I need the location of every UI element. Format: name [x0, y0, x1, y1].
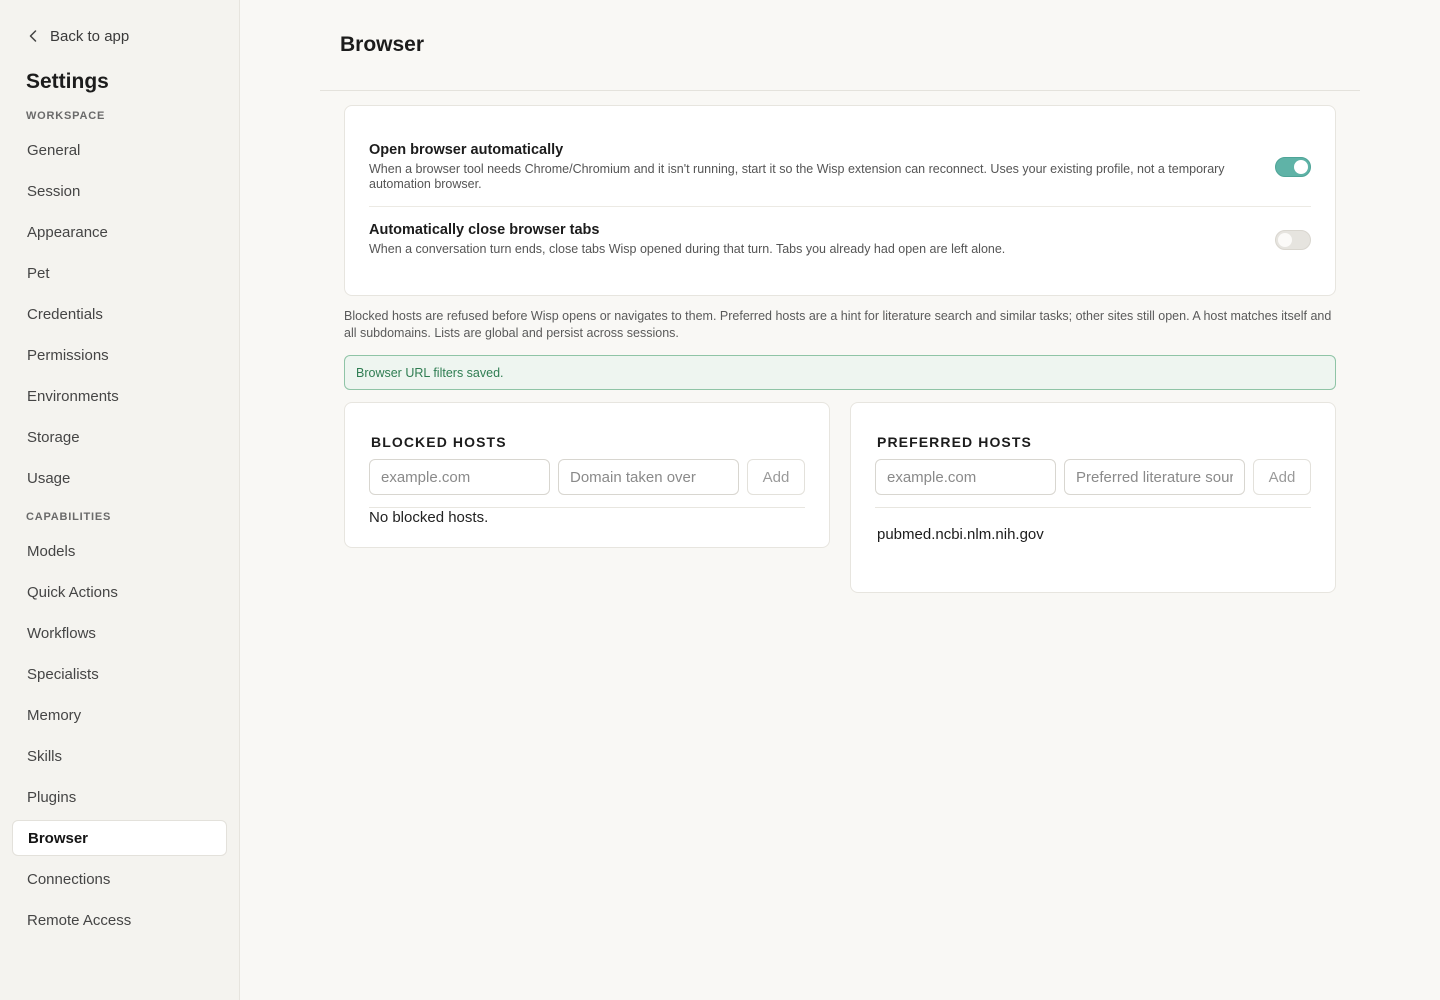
sidebar-item-pet[interactable]: Pet: [12, 255, 227, 291]
page-title: Browser: [340, 33, 425, 56]
open-browser-toggle[interactable]: [1275, 157, 1311, 177]
sidebar-item-session[interactable]: Session: [12, 173, 227, 209]
sidebar-item-skills[interactable]: Skills: [12, 738, 227, 774]
browser-toggles-card: Open browser automatically When a browse…: [344, 105, 1336, 296]
blocked-host-input[interactable]: [369, 459, 550, 495]
sidebar-item-memory[interactable]: Memory: [12, 697, 227, 733]
blocked-hosts-card: BLOCKED HOSTS Add No blocked hosts.: [344, 402, 830, 548]
toggle-description: When a browser tool needs Chrome/Chromiu…: [369, 162, 1225, 191]
back-to-app-link[interactable]: Back to app: [26, 26, 129, 46]
toggle-title: Open browser automatically: [369, 142, 564, 158]
chevron-left-icon: [26, 26, 40, 46]
saved-status-banner: Browser URL filters saved.: [344, 355, 1336, 390]
settings-sidebar: Back to app Settings WORKSPACE General S…: [0, 0, 240, 1000]
toggle-knob: [1278, 233, 1292, 247]
back-to-app-label: Back to app: [50, 27, 130, 45]
blocked-hosts-empty-message: No blocked hosts.: [369, 509, 489, 526]
sidebar-item-general[interactable]: General: [12, 132, 227, 168]
sidebar-item-permissions[interactable]: Permissions: [12, 337, 227, 373]
url-filters-help-text: Blocked hosts are refused before Wisp op…: [344, 309, 1332, 340]
title-divider: [320, 90, 1360, 91]
preferred-reason-input[interactable]: [1064, 459, 1245, 495]
sidebar-item-quick-actions[interactable]: Quick Actions: [12, 574, 227, 610]
section-label-workspace: WORKSPACE: [26, 110, 106, 122]
toggle-title: Automatically close browser tabs: [369, 222, 600, 238]
sidebar-item-browser[interactable]: Browser: [12, 820, 227, 856]
toggle-knob: [1294, 160, 1308, 174]
sidebar-item-specialists[interactable]: Specialists: [12, 656, 227, 692]
add-preferred-host-button[interactable]: Add: [1253, 459, 1311, 495]
preferred-hosts-title: PREFERRED HOSTS: [877, 434, 1032, 450]
add-blocked-host-button[interactable]: Add: [747, 459, 805, 495]
sidebar-item-workflows[interactable]: Workflows: [12, 615, 227, 651]
sidebar-item-models[interactable]: Models: [12, 533, 227, 569]
preferred-host-input[interactable]: [875, 459, 1056, 495]
settings-main: Browser Open browser automatically When …: [240, 0, 1440, 1000]
preferred-host-item[interactable]: pubmed.ncbi.nlm.nih.gov: [877, 526, 1044, 543]
toggle-row-close-tabs: Automatically close browser tabs When a …: [369, 222, 1311, 257]
sidebar-item-environments[interactable]: Environments: [12, 378, 227, 414]
sidebar-item-connections[interactable]: Connections: [12, 861, 227, 897]
sidebar-item-plugins[interactable]: Plugins: [12, 779, 227, 815]
sidebar-item-remote-access[interactable]: Remote Access: [12, 902, 227, 938]
close-tabs-toggle[interactable]: [1275, 230, 1311, 250]
toggle-row-open-browser: Open browser automatically When a browse…: [369, 142, 1311, 192]
blocked-reason-input[interactable]: [558, 459, 739, 495]
sidebar-item-storage[interactable]: Storage: [12, 419, 227, 455]
sidebar-item-appearance[interactable]: Appearance: [12, 214, 227, 250]
sidebar-item-usage[interactable]: Usage: [12, 460, 227, 496]
blocked-hosts-title: BLOCKED HOSTS: [371, 434, 507, 450]
hosts-divider: [369, 507, 805, 508]
sidebar-title: Settings: [26, 70, 109, 93]
row-divider: [369, 206, 1311, 207]
toggle-description: When a conversation turn ends, close tab…: [369, 242, 1006, 256]
section-label-capabilities: CAPABILITIES: [26, 511, 112, 523]
sidebar-item-credentials[interactable]: Credentials: [12, 296, 227, 332]
hosts-divider: [875, 507, 1311, 508]
preferred-hosts-card: PREFERRED HOSTS Add pubmed.ncbi.nlm.nih.…: [850, 402, 1336, 593]
